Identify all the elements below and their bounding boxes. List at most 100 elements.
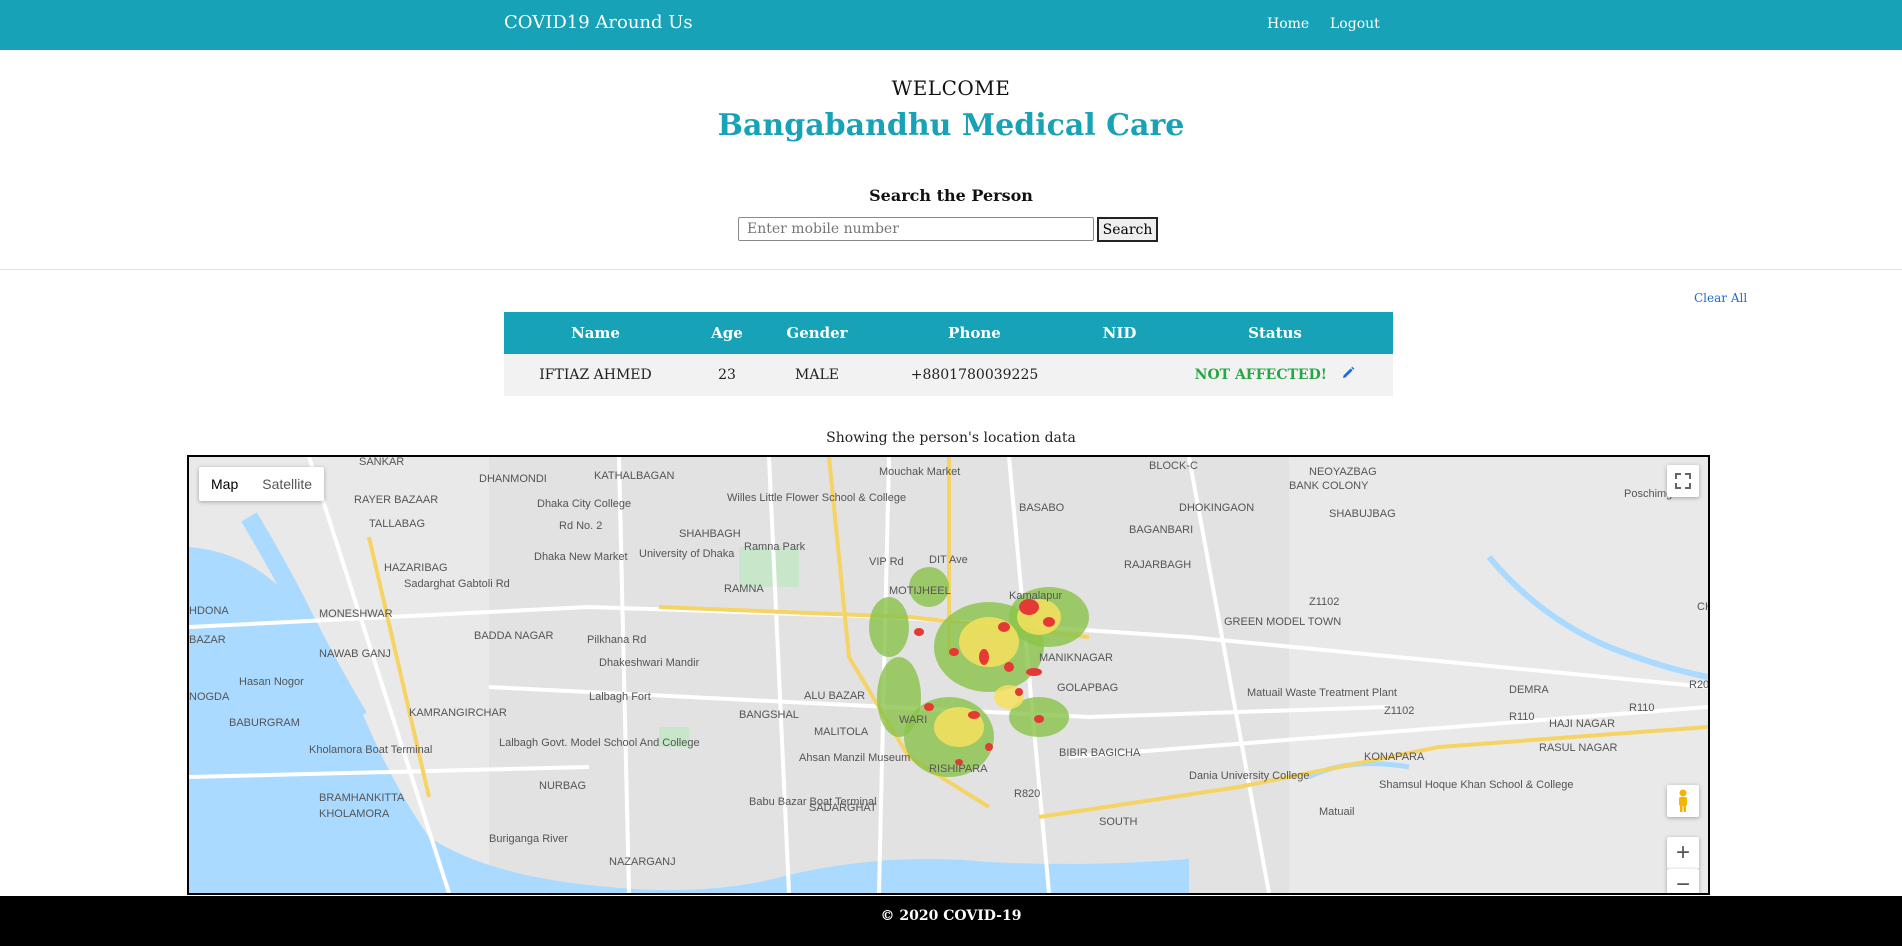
map-label: CH xyxy=(1697,601,1708,613)
map-label: BADDA NAGAR xyxy=(474,630,554,642)
map-label: NAWAB GANJ xyxy=(319,648,391,660)
map-label: R110 xyxy=(1509,711,1534,723)
mobile-search-input[interactable] xyxy=(738,217,1094,241)
search-button[interactable]: Search xyxy=(1097,217,1158,242)
map-label: RAJARBAGH xyxy=(1124,559,1191,571)
map-label: KATHALBAGAN xyxy=(594,470,675,482)
section-divider xyxy=(0,269,1902,270)
map-label: Ramna Park xyxy=(744,541,806,553)
header-phone: Phone xyxy=(867,312,1082,354)
street-view-button[interactable] xyxy=(1667,785,1699,817)
map-label: Matuail xyxy=(1319,806,1354,818)
map-label: WARI xyxy=(899,714,927,726)
map-label: Lalbagh Fort xyxy=(589,691,651,703)
map-label: R201 xyxy=(1689,679,1708,691)
map-label: BRAMHANKITTA xyxy=(319,792,405,804)
search-title: Search the Person xyxy=(869,186,1033,205)
map-type-map-button[interactable]: Map xyxy=(199,467,250,501)
map-label: BIBIR BAGICHA xyxy=(1059,747,1141,759)
map-label: Z1102 xyxy=(1384,705,1414,717)
map-label: Willes Little Flower School & College xyxy=(727,492,906,504)
top-navbar: COVID19 Around Us Home Logout xyxy=(0,0,1902,50)
pegman-icon xyxy=(1679,789,1687,812)
map-label: TALLABAG xyxy=(369,518,425,530)
map-label: DIT Ave xyxy=(929,554,968,566)
map-label: BLOCK-C xyxy=(1149,460,1198,472)
cell-gender: MALE xyxy=(767,354,867,396)
map-label: BAGANBARI xyxy=(1129,524,1193,536)
map-label: NURBAG xyxy=(539,780,586,792)
table-header-row: Name Age Gender Phone NID Status xyxy=(504,312,1393,354)
map-label: Lalbagh Govt. Model School And College xyxy=(499,737,700,749)
cell-status: NOT AFFECTED! xyxy=(1157,354,1393,396)
table-row: IFTIAZ AHMED 23 MALE +8801780039225 NOT … xyxy=(504,354,1393,396)
map-label: Dhaka New Market xyxy=(534,551,628,563)
map-label: Z1102 xyxy=(1309,596,1339,608)
map-label: SOUTH xyxy=(1099,816,1138,828)
hospital-name: Bangabandhu Medical Care xyxy=(717,108,1185,143)
map-type-satellite-button[interactable]: Satellite xyxy=(250,467,324,501)
map-label: SADARGHAT xyxy=(809,802,877,814)
zoom-out-button[interactable]: − xyxy=(1667,869,1699,893)
header-name: Name xyxy=(504,312,687,354)
map-label: Kholamora Boat Terminal xyxy=(309,744,432,756)
map-label: RAMNA xyxy=(724,583,764,595)
map-label: RISHIPARA xyxy=(929,763,988,775)
location-map[interactable]: SANKAR DHANMONDI KATHALBAGAN Mouchak Mar… xyxy=(187,455,1710,895)
map-label: DHOKINGAON xyxy=(1179,502,1254,514)
header-age: Age xyxy=(687,312,767,354)
map-caption: Showing the person's location data xyxy=(826,430,1076,446)
map-label: KONAPARA xyxy=(1364,751,1425,763)
status-badge: NOT AFFECTED! xyxy=(1194,367,1327,383)
map-label: Dania University College xyxy=(1189,770,1309,782)
map-label: BAZAR xyxy=(189,634,226,646)
map-label: BANGSHAL xyxy=(739,709,799,721)
map-label: University of Dhaka xyxy=(639,548,735,560)
nav-home-link[interactable]: Home xyxy=(1267,16,1309,32)
nav-logout-link[interactable]: Logout xyxy=(1330,16,1380,32)
map-label: MOTIJHEEL xyxy=(889,585,951,597)
map-label: Pilkhana Rd xyxy=(587,634,646,646)
map-label: VIP Rd xyxy=(869,556,904,568)
person-table: Name Age Gender Phone NID Status IFTIAZ … xyxy=(504,312,1393,396)
map-label: Sadarghat Gabtoli Rd xyxy=(404,578,510,590)
map-label: NOGDA xyxy=(189,691,230,703)
map-label: HAJI NAGAR xyxy=(1549,718,1615,730)
map-label: ALU BAZAR xyxy=(804,690,865,702)
map-label: Dhaka City College xyxy=(537,498,631,510)
map-label: MANIKNAGAR xyxy=(1039,652,1113,664)
map-label: R820 xyxy=(1014,788,1040,800)
map-label: DEMRA xyxy=(1509,684,1549,696)
map-canvas[interactable]: SANKAR DHANMONDI KATHALBAGAN Mouchak Mar… xyxy=(189,457,1708,893)
map-label: Dhakeshwari Mandir xyxy=(599,657,700,669)
header-gender: Gender xyxy=(767,312,867,354)
map-label: RAYER BAZAAR xyxy=(354,494,438,506)
map-label: BABURGRAM xyxy=(229,717,300,729)
pencil-icon[interactable] xyxy=(1341,366,1355,384)
cell-nid xyxy=(1082,354,1157,396)
map-label: GREEN MODEL TOWN xyxy=(1224,616,1341,628)
map-label: HAZARIBAG xyxy=(384,562,448,574)
map-label: MALITOLA xyxy=(814,726,869,738)
map-type-control: Map Satellite xyxy=(199,467,325,501)
brand-link[interactable]: COVID19 Around Us xyxy=(504,12,693,33)
map-label: MONESHWAR xyxy=(319,608,393,620)
map-label: Buriganga River xyxy=(489,833,568,845)
map-label: NAZARGANJ xyxy=(609,856,676,868)
map-label: DHANMONDI xyxy=(479,473,547,485)
map-label: Kamalapur xyxy=(1009,590,1063,602)
footer: © 2020 COVID-19 xyxy=(0,896,1902,946)
cell-name: IFTIAZ AHMED xyxy=(504,354,687,396)
cell-age: 23 xyxy=(687,354,767,396)
map-label: Rd No. 2 xyxy=(559,520,602,532)
map-label: BASABO xyxy=(1019,502,1065,514)
fullscreen-icon xyxy=(1675,473,1691,489)
welcome-heading: WELCOME xyxy=(891,76,1011,100)
map-label: SANKAR xyxy=(359,457,404,468)
fullscreen-button[interactable] xyxy=(1667,465,1699,497)
header-nid: NID xyxy=(1082,312,1157,354)
zoom-in-button[interactable]: + xyxy=(1667,837,1699,869)
map-label: Hasan Nogor xyxy=(239,676,304,688)
clear-all-link[interactable]: Clear All xyxy=(1694,291,1747,305)
map-label: R110 xyxy=(1629,702,1654,714)
